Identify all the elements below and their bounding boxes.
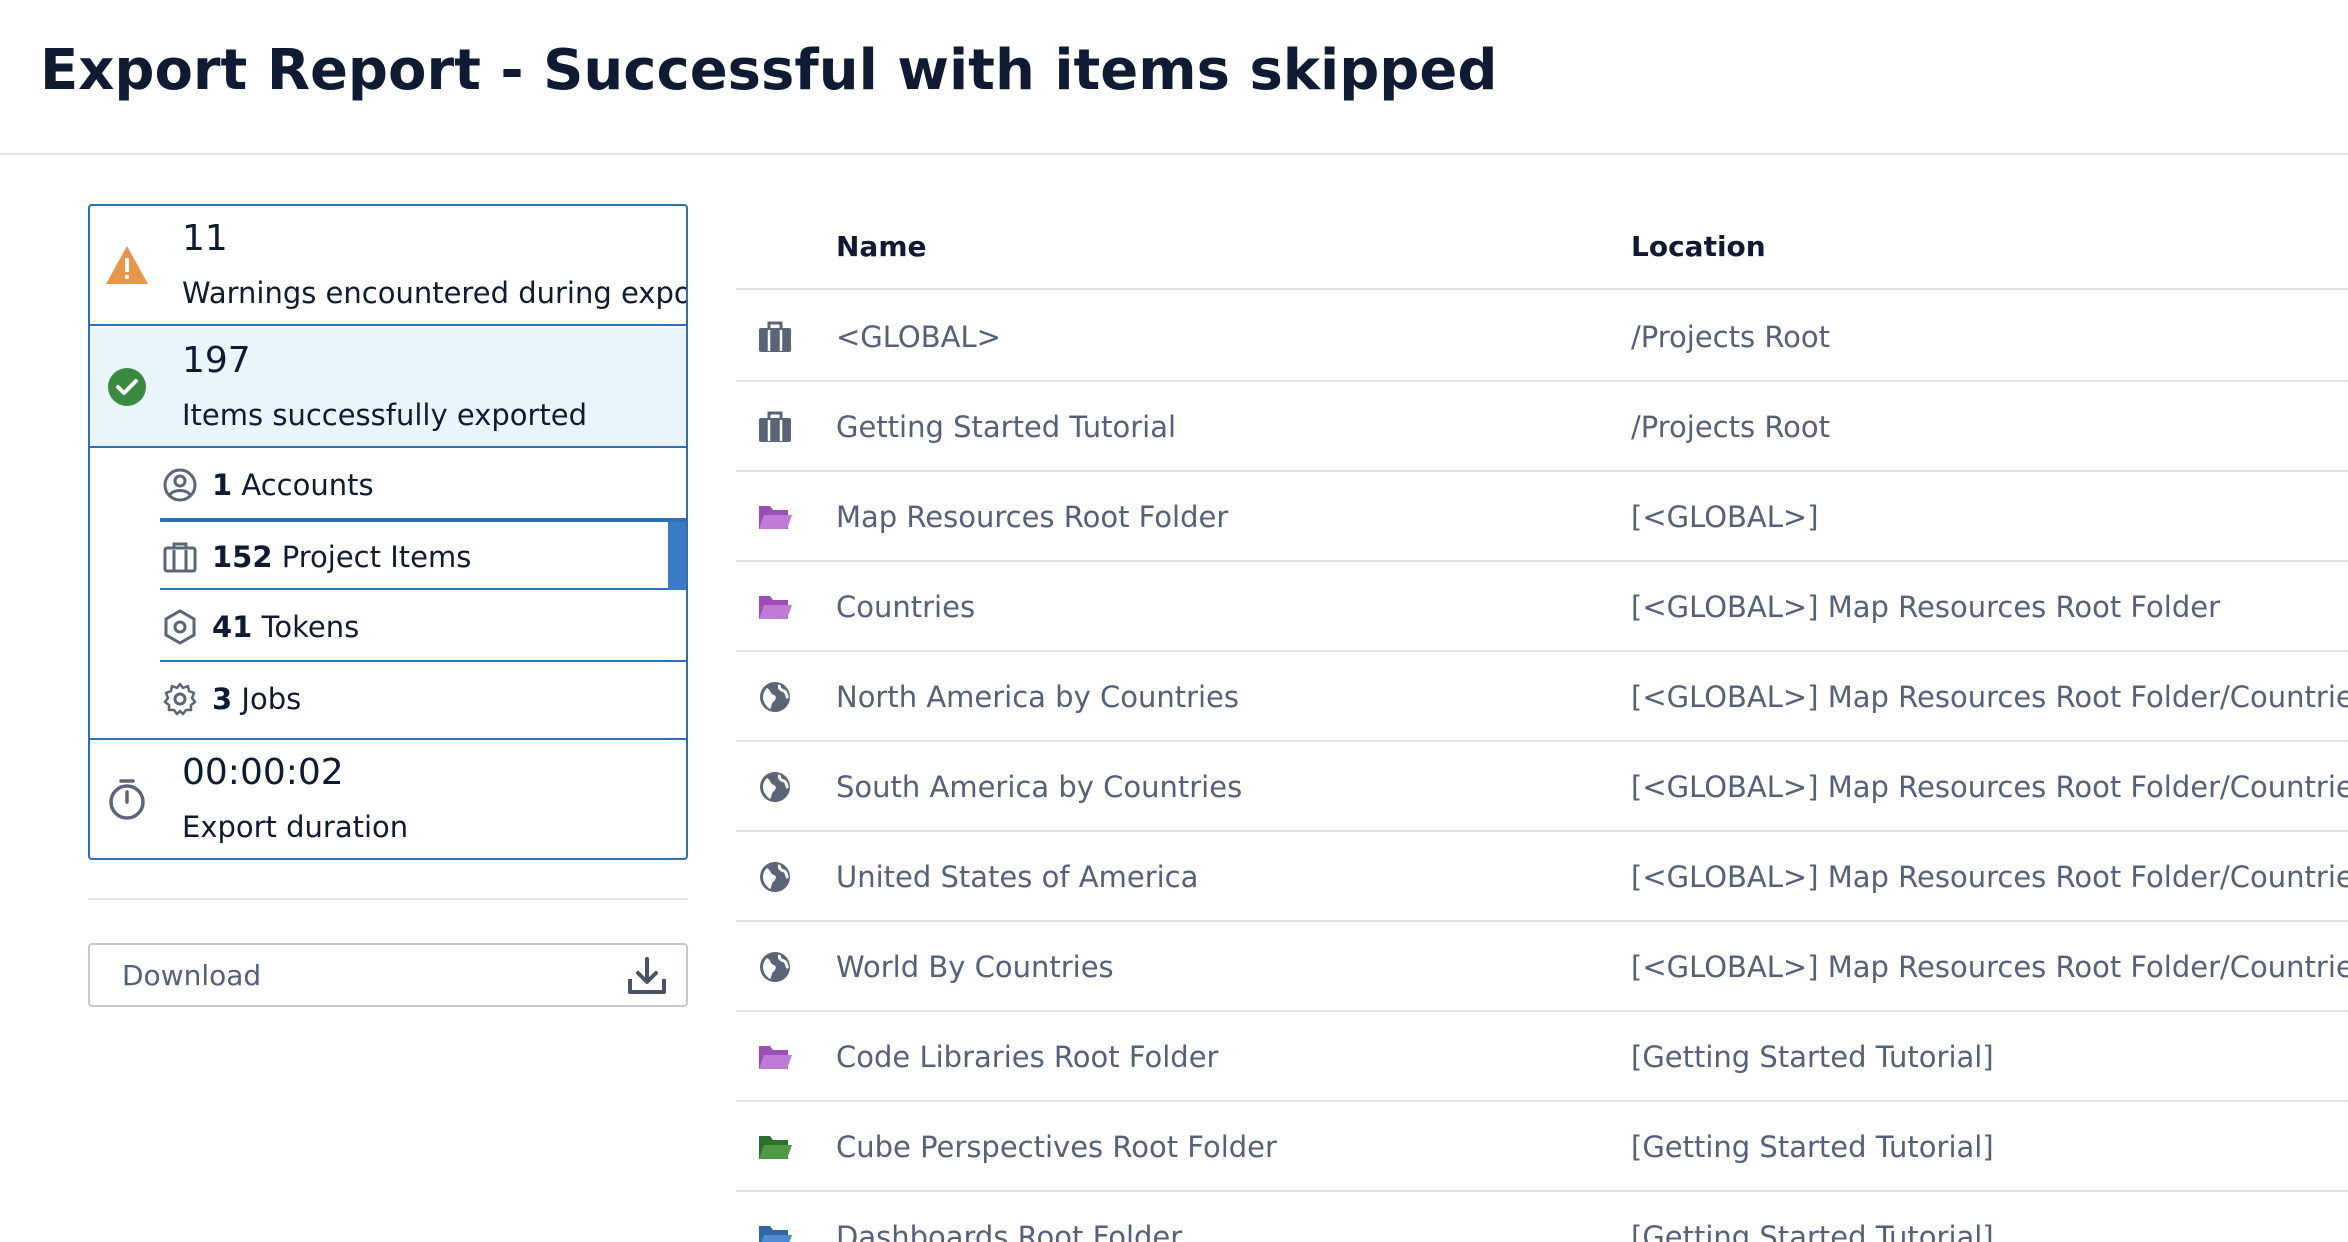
tokens-count: 41 [212, 610, 253, 644]
row-name: Dashboards Root Folder [836, 1220, 1183, 1242]
table-row[interactable]: Dashboards Root Folder [Getting Started T… [736, 1192, 2348, 1242]
row-name: World By Countries [836, 950, 1114, 984]
jobs-count: 3 [212, 682, 233, 716]
download-label: Download [122, 959, 262, 992]
row-location: [<GLOBAL>] Map Resources Root Folder/Cou… [1631, 950, 2348, 984]
warnings-count: 11 [182, 218, 228, 259]
row-name: Map Resources Root Folder [836, 500, 1229, 534]
row-name: Getting Started Tutorial [836, 410, 1177, 444]
page-title: Export Report - Successful with items sk… [40, 38, 1498, 103]
account-icon [163, 468, 197, 502]
table-row[interactable]: Code Libraries Root Folder [Getting Start… [736, 1012, 2348, 1102]
row-name: Cube Perspectives Root Folder [836, 1130, 1277, 1164]
row-location: [<GLOBAL>] Map Resources Root Folder/Cou… [1631, 770, 2348, 804]
exported-items-table: Name Location <GLOBAL>/Projects Root Gett… [736, 200, 2348, 1242]
globe-icon [760, 952, 790, 982]
row-location: /Projects Root [1631, 320, 1831, 354]
row-name: <GLOBAL> [836, 320, 1001, 354]
gear-icon [163, 682, 197, 716]
accounts-count: 1 [212, 468, 233, 502]
duration-label: Export duration [182, 810, 409, 844]
column-header-location[interactable]: Location [1631, 230, 1766, 263]
folder-green-icon [759, 1136, 792, 1159]
row-location: [<GLOBAL>] Map Resources Root Folder [1631, 590, 2221, 624]
row-location: /Projects Root [1631, 410, 1831, 444]
project-icon [759, 411, 791, 442]
warnings-label: Warnings encountered during export [182, 276, 688, 310]
folder-purple-icon [759, 596, 792, 619]
folder-blue-icon [759, 1226, 792, 1242]
warnings-stat[interactable]: 11 Warnings encountered during export [90, 206, 686, 326]
stopwatch-icon [109, 779, 145, 820]
row-location: [Getting Started Tutorial] [1631, 1220, 1994, 1242]
download-icon [628, 957, 666, 994]
row-name: North America by Countries [836, 680, 1240, 714]
globe-icon [760, 862, 790, 892]
table-row[interactable]: <GLOBAL> /Projects Root [736, 292, 2348, 382]
row-name: Countries [836, 590, 976, 624]
breakdown-tokens[interactable]: 41 Tokens [160, 592, 686, 662]
globe-icon [760, 682, 790, 712]
row-location: [<GLOBAL>] Map Resources Root Folder/Cou… [1631, 860, 2348, 894]
table-row[interactable]: North America by Countries [<GLOBAL>] Map… [736, 652, 2348, 742]
folder-purple-icon [759, 1046, 792, 1069]
folder-purple-icon [759, 506, 792, 529]
jobs-label: Jobs [241, 682, 302, 716]
project-items-count: 152 [212, 540, 273, 574]
row-name: South America by Countries [836, 770, 1243, 804]
page-header: Export Report - Successful with items sk… [0, 0, 2348, 155]
token-icon [164, 609, 196, 645]
exported-label: Items successfully exported [182, 398, 588, 432]
table-row[interactable]: Countries [<GLOBAL>] Map Resources Root F… [736, 562, 2348, 652]
table-row[interactable]: South America by Countries [<GLOBAL>] Map… [736, 742, 2348, 832]
panel-divider [88, 898, 688, 900]
table-row[interactable]: United States of America [<GLOBAL>] Map R… [736, 832, 2348, 922]
duration-value: 00:00:02 [182, 752, 344, 793]
exported-count: 197 [182, 340, 251, 381]
breakdown-project-items[interactable]: 152 Project Items [160, 520, 686, 590]
row-name: Code Libraries Root Folder [836, 1040, 1219, 1074]
table-row[interactable]: Map Resources Root Folder [<GLOBAL>] [736, 472, 2348, 562]
download-button[interactable]: Download [88, 943, 688, 1007]
exported-stat[interactable]: 197 Items successfully exported [90, 328, 686, 448]
row-location: [Getting Started Tutorial] [1631, 1040, 1994, 1074]
row-location: [<GLOBAL>] [1631, 500, 1819, 534]
row-location: [Getting Started Tutorial] [1631, 1130, 1994, 1164]
table-header: Name Location [736, 200, 2348, 290]
row-name: United States of America [836, 860, 1199, 894]
column-header-name[interactable]: Name [836, 230, 927, 263]
duration-stat: 00:00:02 Export duration [90, 738, 686, 858]
breakdown-accounts[interactable]: 1 Accounts [160, 450, 686, 520]
row-location: [<GLOBAL>] Map Resources Root Folder/Cou… [1631, 680, 2348, 714]
table-row[interactable]: Getting Started Tutorial/Projects Root [736, 382, 2348, 472]
project-icon [759, 321, 791, 352]
table-row[interactable]: Cube Perspectives Root Folder [Getting St… [736, 1102, 2348, 1192]
project-items-label: Project Items [281, 540, 472, 574]
tokens-label: Tokens [261, 610, 360, 644]
project-icon [163, 542, 197, 573]
globe-icon [760, 772, 790, 802]
selected-indicator [668, 522, 686, 590]
check-circle-icon [108, 368, 146, 406]
breakdown-jobs[interactable]: 3 Jobs [160, 664, 686, 734]
table-row[interactable]: World By Countries [<GLOBAL>] Map Resourc… [736, 922, 2348, 1012]
warning-icon [106, 246, 148, 284]
accounts-label: Accounts [241, 468, 374, 502]
export-summary-panel: 11 Warnings encountered during export 19… [88, 204, 688, 860]
